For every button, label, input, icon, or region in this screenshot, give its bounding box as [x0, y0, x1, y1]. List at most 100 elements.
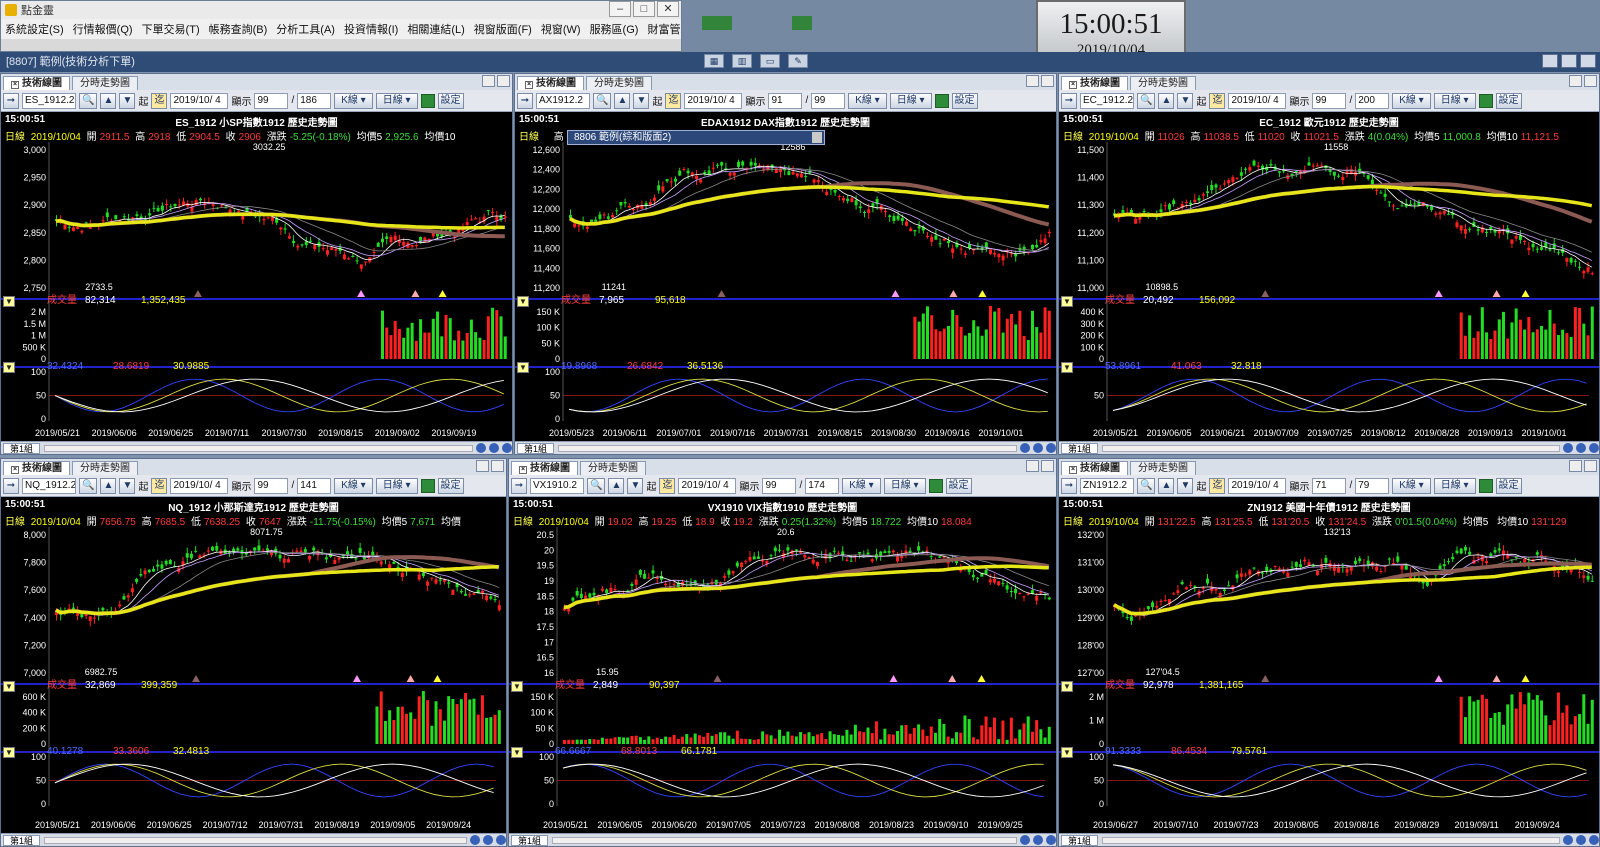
- horizontal-scrollbar[interactable]: [558, 444, 1017, 452]
- menu-item[interactable]: 系統設定(S): [5, 21, 64, 37]
- pane-menu-button[interactable]: ▼: [517, 362, 529, 373]
- zoom-out-icon[interactable]: [1020, 443, 1030, 453]
- chart-canvas[interactable]: 8,000 7,800 7,600 7,400 7,200 7,000 8071.75 698…: [1, 459, 507, 835]
- pane-menu-button[interactable]: ▼: [511, 747, 523, 758]
- horizontal-scrollbar[interactable]: [552, 836, 1017, 844]
- horizontal-scrollbar[interactable]: [44, 444, 473, 452]
- volume-tick-label: 300 K: [1080, 319, 1104, 329]
- pane-menu-button[interactable]: ▼: [517, 296, 529, 307]
- candle: [438, 579, 442, 581]
- layout-split-icon[interactable]: ▥: [732, 54, 752, 68]
- candle: [165, 203, 169, 206]
- menu-item[interactable]: 分析工具(A): [276, 21, 335, 37]
- candle: [972, 249, 976, 251]
- chart-canvas[interactable]: 132'00 131'00 130'00 129'00 128'00 127'00 132'…: [1059, 459, 1600, 835]
- group-selector[interactable]: 第1組: [517, 442, 555, 454]
- menu-item[interactable]: 帳務查詢(B): [209, 21, 268, 37]
- menu-item[interactable]: 投資情報(I): [344, 21, 398, 37]
- candle: [1311, 565, 1315, 567]
- volume-bar: [588, 739, 592, 744]
- menu-item[interactable]: 下單交易(T): [142, 21, 200, 37]
- candle: [1227, 180, 1231, 184]
- reset-icon[interactable]: [1046, 443, 1056, 453]
- horizontal-scrollbar[interactable]: [1102, 836, 1560, 844]
- menu-item[interactable]: 相關連結(L): [407, 21, 464, 37]
- volume-bar: [891, 734, 895, 744]
- reset-icon[interactable]: [1046, 835, 1056, 845]
- zoom-out-icon[interactable]: [1563, 443, 1573, 453]
- kd-tick-label: 50: [544, 776, 554, 786]
- candle: [748, 556, 752, 561]
- pane-menu-button[interactable]: ▼: [3, 362, 15, 373]
- group-selector[interactable]: 第1組: [3, 834, 41, 846]
- subwindow-minimize-button[interactable]: [1542, 54, 1558, 68]
- subwindow-close-button[interactable]: [1580, 54, 1596, 68]
- candle: [1413, 203, 1417, 205]
- volume-bar: [976, 739, 980, 744]
- zoom-out-icon[interactable]: [1563, 835, 1573, 845]
- volume-tick-label: 500 K: [22, 342, 46, 352]
- pane-menu-button[interactable]: ▼: [1061, 747, 1073, 758]
- chart-canvas[interactable]: 20.5 20 19.5 19 18.5 18 17.5 17 16.5 16 20.6 15.95 成…: [509, 459, 1057, 835]
- pane-menu-button[interactable]: ▼: [1061, 362, 1073, 373]
- candle: [1184, 587, 1188, 590]
- price-tick-label: 3,000: [23, 145, 46, 155]
- popup-scroll[interactable]: [812, 132, 822, 143]
- candle: [1244, 168, 1248, 170]
- subwindow-restore-button[interactable]: [1561, 54, 1577, 68]
- layout-popup[interactable]: 8806 範例(綜和版面2): [567, 130, 825, 145]
- reset-icon[interactable]: [496, 835, 506, 845]
- candle: [189, 553, 193, 559]
- layout-window-icon[interactable]: ▭: [760, 54, 780, 68]
- price-tick-label: 8,000: [23, 530, 46, 540]
- zoom-in-icon[interactable]: [1576, 835, 1586, 845]
- zoom-in-icon[interactable]: [1033, 443, 1043, 453]
- menu-item[interactable]: 財富管理: [647, 21, 681, 37]
- candle: [220, 205, 224, 207]
- zoom-out-icon[interactable]: [476, 443, 486, 453]
- zoom-in-icon[interactable]: [483, 835, 493, 845]
- zoom-in-icon[interactable]: [1033, 835, 1043, 845]
- menu-item[interactable]: 視窗(W): [541, 21, 581, 37]
- candle: [1540, 247, 1544, 250]
- candle: [1239, 172, 1243, 176]
- candle: [92, 617, 96, 619]
- candle: [355, 260, 359, 262]
- layout-tool-icon[interactable]: ✎: [788, 54, 808, 68]
- menu-item[interactable]: 服務區(G): [590, 21, 639, 37]
- pane-menu-button[interactable]: ▼: [3, 747, 15, 758]
- d9-value: 30.9885: [173, 361, 210, 372]
- zoom-in-icon[interactable]: [489, 443, 499, 453]
- horizontal-scrollbar[interactable]: [44, 836, 467, 844]
- reset-icon[interactable]: [502, 443, 512, 453]
- pane-menu-button[interactable]: ▼: [511, 681, 523, 692]
- pane-menu-button[interactable]: ▼: [1061, 296, 1073, 307]
- reset-icon[interactable]: [1589, 443, 1599, 453]
- group-selector[interactable]: 第1組: [1061, 834, 1099, 846]
- group-selector[interactable]: 第1組: [1061, 442, 1099, 454]
- volume-bar: [1548, 725, 1552, 744]
- layout-grid-icon[interactable]: ▦: [704, 54, 724, 68]
- chart-canvas[interactable]: 3,000 2,950 2,900 2,850 2,800 2,750 3032.25 273…: [1, 74, 513, 443]
- zoom-in-icon[interactable]: [1576, 443, 1586, 453]
- horizontal-scrollbar[interactable]: [1102, 444, 1560, 452]
- group-selector[interactable]: 第1組: [511, 834, 549, 846]
- reset-icon[interactable]: [1589, 835, 1599, 845]
- volume-bar: [379, 691, 383, 744]
- candle: [711, 167, 715, 169]
- maximize-button[interactable]: □: [633, 1, 655, 17]
- close-button[interactable]: ✕: [657, 1, 679, 17]
- zoom-out-icon[interactable]: [1020, 835, 1030, 845]
- group-selector[interactable]: 第1組: [3, 442, 41, 454]
- volume-bar: [659, 738, 663, 744]
- menu-item[interactable]: 視窗版面(F): [474, 21, 532, 37]
- menu-item[interactable]: 行情報價(Q): [73, 21, 133, 37]
- pane-menu-button[interactable]: ▼: [1061, 681, 1073, 692]
- pane-menu-button[interactable]: ▼: [3, 296, 15, 307]
- candle: [837, 196, 841, 198]
- pane-menu-button[interactable]: ▼: [3, 681, 15, 692]
- chart-canvas[interactable]: 11,500 11,400 11,300 11,200 11,100 11,000 1155…: [1059, 74, 1600, 443]
- minimize-button[interactable]: –: [609, 1, 631, 17]
- zoom-out-icon[interactable]: [470, 835, 480, 845]
- candle: [1307, 162, 1311, 166]
